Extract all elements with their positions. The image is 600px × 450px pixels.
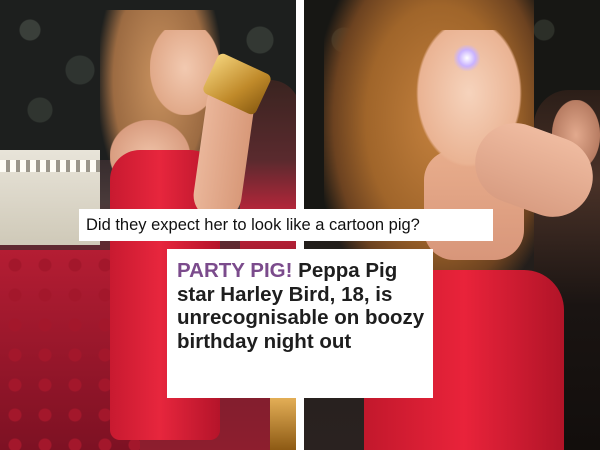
light-glare (454, 45, 480, 71)
window-frame (0, 160, 100, 172)
meme-caption: Did they expect her to look like a carto… (79, 209, 493, 241)
table-lamp (270, 395, 296, 450)
meme-image: Did they expect her to look like a carto… (0, 0, 600, 450)
news-headline-card: PARTY PIG! Peppa Pig star Harley Bird, 1… (167, 249, 433, 398)
headline-kicker: PARTY PIG! (177, 259, 293, 282)
caption-text: Did they expect her to look like a carto… (86, 215, 420, 234)
